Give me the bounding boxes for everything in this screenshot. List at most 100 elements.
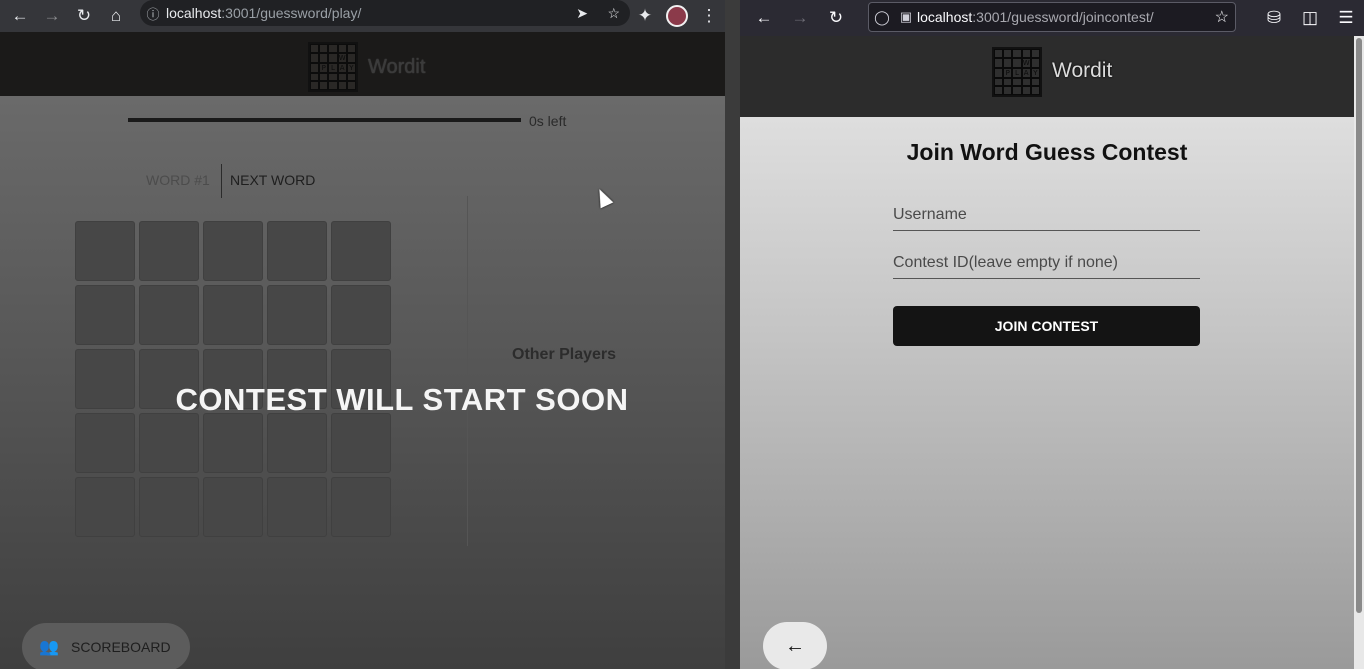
star-icon[interactable]: ☆ bbox=[1215, 7, 1229, 27]
logo-cell bbox=[994, 86, 1004, 95]
chrome-toolbar: ← → ↻ ⌂ ⓘ localhost:3001/guessword/play/… bbox=[0, 0, 725, 32]
sidebar-icon[interactable]: ◫ bbox=[1292, 0, 1328, 36]
logo-cell bbox=[994, 57, 1004, 68]
wordit-logo: WPLAY bbox=[308, 42, 358, 92]
logo-cell bbox=[310, 62, 320, 73]
reload-icon[interactable]: ↻ bbox=[818, 0, 854, 36]
logo-cell: P bbox=[1003, 67, 1013, 78]
window-separator bbox=[725, 0, 740, 669]
game-area: 0s left WORD #1 NEXT WORD Other Players … bbox=[0, 96, 725, 669]
tab-divider bbox=[221, 164, 222, 198]
guess-cell bbox=[203, 477, 263, 537]
forward-icon[interactable]: → bbox=[36, 0, 68, 32]
home-icon[interactable]: ⌂ bbox=[100, 0, 132, 32]
logo-cell bbox=[346, 81, 356, 90]
logo-cell bbox=[328, 44, 338, 53]
logo-cell bbox=[319, 52, 329, 63]
guess-cell bbox=[75, 413, 135, 473]
scrollbar-thumb[interactable] bbox=[1356, 38, 1362, 613]
guess-cell bbox=[267, 285, 327, 345]
brand-name: Wordit bbox=[1052, 59, 1113, 82]
wordit-logo: WPLAY bbox=[992, 47, 1042, 97]
menu-icon[interactable]: ⋮ bbox=[693, 0, 725, 32]
logo-cell bbox=[994, 77, 1004, 87]
guess-cell bbox=[267, 413, 327, 473]
firefox-toolbar-right: ⛁ ◫ ☰ bbox=[1256, 0, 1364, 36]
logo-cell bbox=[337, 72, 347, 82]
logo-cell: W bbox=[1021, 57, 1031, 68]
timer-label: 0s left bbox=[529, 113, 567, 129]
logo-cell: L bbox=[328, 62, 338, 73]
extensions-icon[interactable]: ✦ bbox=[629, 0, 661, 32]
guess-grid bbox=[75, 221, 391, 537]
logo-cell bbox=[319, 81, 329, 90]
guess-cell bbox=[203, 285, 263, 345]
logo-cell bbox=[1003, 77, 1013, 87]
tab-word-1[interactable]: WORD #1 bbox=[146, 172, 210, 188]
guess-cell bbox=[203, 221, 263, 281]
address-bar[interactable]: ⓘ localhost:3001/guessword/play/ ➤ ☆ bbox=[140, 0, 630, 26]
arrow-left-icon: ← bbox=[785, 634, 805, 657]
join-contest-button[interactable]: JOIN CONTEST bbox=[893, 306, 1200, 346]
logo-cell: P bbox=[319, 62, 329, 73]
logo-cell: A bbox=[1021, 67, 1031, 78]
people-icon: 👥 bbox=[39, 639, 59, 656]
logo-cell: L bbox=[1012, 67, 1022, 78]
guess-cell bbox=[203, 413, 263, 473]
menu-icon[interactable]: ☰ bbox=[1328, 0, 1364, 36]
pocket-icon[interactable]: ⛁ bbox=[1256, 0, 1292, 36]
guess-cell bbox=[139, 221, 199, 281]
logo-cell bbox=[310, 52, 320, 63]
username-input[interactable] bbox=[893, 199, 1200, 230]
page-icon[interactable]: ▣ bbox=[895, 9, 917, 25]
shield-icon[interactable]: ◯ bbox=[869, 9, 895, 26]
logo-cell bbox=[1012, 77, 1022, 87]
back-button[interactable]: ← bbox=[763, 622, 827, 669]
logo-cell bbox=[994, 49, 1004, 58]
logo-cell bbox=[310, 81, 320, 90]
logo-cell bbox=[310, 44, 320, 53]
send-icon[interactable]: ➤ bbox=[576, 5, 588, 22]
logo-cell bbox=[319, 44, 329, 53]
guess-cell bbox=[139, 413, 199, 473]
chrome-toolbar-right: ✦ ⋮ bbox=[629, 0, 725, 32]
logo-cell bbox=[337, 44, 347, 53]
url-path: :3001/guessword/joincontest/ bbox=[972, 9, 1154, 25]
logo-cell bbox=[994, 67, 1004, 78]
page-title: Join Word Guess Contest bbox=[906, 139, 1188, 165]
forward-icon[interactable]: → bbox=[782, 0, 818, 36]
logo-cell bbox=[328, 52, 338, 63]
reload-icon[interactable]: ↻ bbox=[68, 0, 100, 32]
logo-cell bbox=[328, 81, 338, 90]
scoreboard-button[interactable]: 👥 SCOREBOARD bbox=[22, 623, 190, 669]
logo-cell bbox=[337, 81, 347, 90]
other-players-heading: Other Players bbox=[512, 346, 617, 363]
logo-cell: Y bbox=[1030, 67, 1040, 78]
address-bar[interactable]: ◯ ▣ localhost:3001/guessword/joincontest… bbox=[868, 2, 1236, 32]
logo-cell bbox=[1012, 49, 1022, 58]
back-icon[interactable]: ← bbox=[746, 0, 782, 36]
tab-next-word[interactable]: NEXT WORD bbox=[230, 172, 315, 188]
url-path: :3001/guessword/play/ bbox=[221, 5, 362, 21]
info-icon[interactable]: ⓘ bbox=[140, 4, 166, 23]
guess-cell bbox=[331, 477, 391, 537]
guess-cell bbox=[331, 413, 391, 473]
logo-cell: Y bbox=[346, 62, 356, 73]
guess-cell bbox=[75, 477, 135, 537]
contest-id-input[interactable] bbox=[893, 247, 1200, 278]
app-header: WPLAY Wordit bbox=[740, 36, 1364, 117]
logo-cell bbox=[319, 72, 329, 82]
star-icon[interactable]: ☆ bbox=[607, 5, 620, 22]
logo-cell bbox=[346, 52, 356, 63]
back-icon[interactable]: ← bbox=[4, 0, 36, 32]
guess-cell bbox=[139, 477, 199, 537]
avatar[interactable] bbox=[666, 5, 688, 27]
contest-status-banner: CONTEST WILL START SOON bbox=[175, 382, 629, 417]
brand-name: Wordit bbox=[368, 56, 426, 78]
logo-cell bbox=[1030, 57, 1040, 68]
timer-progress-bar bbox=[128, 118, 521, 122]
join-contest-page: Join Word Guess Contest JOIN CONTEST ← bbox=[740, 117, 1354, 669]
guess-cell bbox=[267, 221, 327, 281]
logo-cell bbox=[1003, 57, 1013, 68]
scrollbar[interactable] bbox=[1354, 36, 1364, 669]
